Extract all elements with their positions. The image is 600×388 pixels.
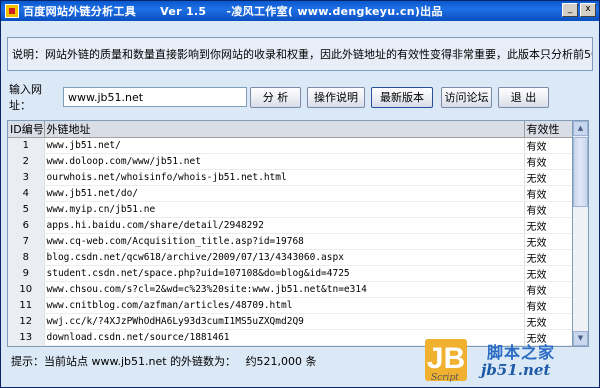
table-row[interactable]: 4 www.jb51.net/do/有效 bbox=[8, 185, 572, 202]
table-row[interactable]: 7 www.cq-web.com/Acquisition_title.asp?id… bbox=[8, 233, 572, 250]
validity-cell: 无效 bbox=[524, 313, 572, 330]
description-box: 说明：网站外链的质量和数量直接影响到你网站的收录和权重，因此外链地址的有效性变得… bbox=[7, 37, 593, 71]
watermark-cn-text: 脚本之家 bbox=[487, 343, 556, 362]
url-cell: www.cq-web.com/Acquisition_title.asp?id=… bbox=[44, 233, 525, 250]
table-row[interactable]: 6 apps.hi.baidu.com/share/detail/2948292 无… bbox=[8, 217, 572, 234]
table-row[interactable]: 3 ourwhois.net/whoisinfo/whois-jb51.net.h… bbox=[8, 169, 572, 186]
table-header-row: ID编号 外链地址 有效性 bbox=[8, 121, 572, 138]
id-cell: 14 bbox=[8, 345, 45, 346]
window-controls: _ x bbox=[562, 3, 596, 17]
validity-cell: 有效 bbox=[524, 201, 572, 218]
validity-cell: 有效 bbox=[524, 297, 572, 314]
url-cell: blog.csdn.net/qcw618/archive/2009/07/13/… bbox=[44, 249, 525, 266]
scroll-thumb[interactable] bbox=[573, 137, 588, 207]
minimize-button[interactable]: _ bbox=[562, 3, 578, 17]
url-cell: ourwhois.net/whoisinfo/whois-jb51.net.ht… bbox=[44, 169, 525, 186]
url-cell: www.cnitblog.com/azfman/articles/48709.h… bbox=[44, 297, 525, 314]
validity-cell: 无效 bbox=[524, 169, 572, 186]
id-cell: 8 bbox=[8, 249, 45, 266]
app-window: 百度网站外链分析工具 Ver 1.5 -凌风工作室( www.dengkeyu.… bbox=[0, 0, 600, 388]
results-grid[interactable]: ID编号 外链地址 有效性 1 www.jb51.net/有效 2 www.doloo… bbox=[7, 120, 573, 347]
url-input[interactable] bbox=[63, 87, 247, 107]
window-title: 百度网站外链分析工具 Ver 1.5 -凌风工作室( www.dengkeyu.… bbox=[23, 3, 443, 19]
description-text: 说明：网站外链的质量和数量直接影响到你网站的收录和权重，因此外链地址的有效性变得… bbox=[12, 48, 593, 61]
id-cell: 5 bbox=[8, 201, 45, 218]
validity-cell: 有效 bbox=[524, 281, 572, 298]
id-cell: 12 bbox=[8, 313, 45, 330]
table-row[interactable]: 11 www.cnitblog.com/azfman/articles/48709… bbox=[8, 297, 572, 314]
watermark: JB Script 脚本之家 jb51.net bbox=[421, 339, 597, 387]
latest-version-button[interactable]: 最新版本 bbox=[371, 87, 433, 108]
id-cell: 6 bbox=[8, 217, 45, 234]
column-header-url[interactable]: 外链地址 bbox=[44, 121, 525, 138]
url-cell: student.csdn.net/space.php?uid=107108&do… bbox=[44, 265, 525, 282]
status-middle: 的外链数为： bbox=[170, 355, 237, 368]
validity-cell: 有效 bbox=[524, 153, 572, 170]
status-prefix: 提示：当前站点 bbox=[11, 355, 88, 368]
status-site: www.jb51.net bbox=[91, 355, 167, 368]
url-cell: www.doloop.com/www/jb51.net bbox=[44, 153, 525, 170]
validity-cell: 有效 bbox=[524, 137, 572, 154]
validity-cell: 无效 bbox=[524, 217, 572, 234]
validity-cell: 无效 bbox=[524, 265, 572, 282]
id-cell: 1 bbox=[8, 137, 45, 154]
app-icon bbox=[5, 4, 19, 18]
id-cell: 2 bbox=[8, 153, 45, 170]
status-bar: 提示：当前站点 www.jb51.net 的外链数为： 约521,000 条 bbox=[11, 353, 317, 369]
table-row[interactable]: 12 wwj.cc/k/?4XJzPWhOdHA6Ly93d3cumI1MS5uZ… bbox=[8, 313, 572, 330]
table-row[interactable]: 1 www.jb51.net/有效 bbox=[8, 137, 572, 154]
validity-cell: 无效 bbox=[524, 233, 572, 250]
url-cell: www.chsou.com/s?cl=2&wd=c%23%20site:www.… bbox=[44, 281, 525, 298]
column-header-id[interactable]: ID编号 bbox=[8, 121, 45, 138]
table-row[interactable]: 9 student.csdn.net/space.php?uid=107108&d… bbox=[8, 265, 572, 282]
id-cell: 3 bbox=[8, 169, 45, 186]
title-bar[interactable]: 百度网站外链分析工具 Ver 1.5 -凌风工作室( www.dengkeyu.… bbox=[1, 1, 599, 21]
close-button[interactable]: x bbox=[580, 3, 596, 17]
url-cell: www.myip.cn/jb51.ne bbox=[44, 201, 525, 218]
visit-forum-button[interactable]: 访问论坛 bbox=[441, 87, 492, 108]
table-body: 1 www.jb51.net/有效 2 www.doloop.com/www/jb51… bbox=[8, 137, 572, 346]
table-row[interactable]: 10 www.chsou.com/s?cl=2&wd=c%23%20site:ww… bbox=[8, 281, 572, 298]
validity-cell: 无效 bbox=[524, 249, 572, 266]
watermark-domain-text: jb51.net bbox=[481, 361, 551, 379]
id-cell: 11 bbox=[8, 297, 45, 314]
url-row: 输入网址： bbox=[9, 83, 247, 112]
validity-cell: 有效 bbox=[524, 185, 572, 202]
watermark-logo-text: JB bbox=[426, 342, 466, 375]
scroll-up-arrow-icon[interactable]: ▲ bbox=[573, 121, 588, 136]
title-version: Ver 1.5 bbox=[160, 5, 207, 18]
id-cell: 7 bbox=[8, 233, 45, 250]
results-table: ID编号 外链地址 有效性 1 www.jb51.net/有效 2 www.doloo… bbox=[8, 121, 572, 346]
url-label: 输入网址： bbox=[9, 83, 42, 112]
vertical-scrollbar[interactable]: ▲ ▼ bbox=[573, 120, 589, 347]
id-cell: 9 bbox=[8, 265, 45, 282]
id-cell: 4 bbox=[8, 185, 45, 202]
title-studio: -凌风工作室( www.dengkeyu.cn)出品 bbox=[226, 5, 443, 18]
exit-button[interactable]: 退 出 bbox=[498, 87, 549, 108]
column-header-validity[interactable]: 有效性 bbox=[524, 121, 572, 138]
table-row[interactable]: 2 www.doloop.com/www/jb51.net 有效 bbox=[8, 153, 572, 170]
url-cell: www.jb51.net/do/ bbox=[44, 185, 525, 202]
table-row[interactable]: 5 www.myip.cn/jb51.ne 有效 bbox=[8, 201, 572, 218]
table-row[interactable]: 8 blog.csdn.net/qcw618/archive/2009/07/13… bbox=[8, 249, 572, 266]
help-button[interactable]: 操作说明 bbox=[307, 87, 365, 108]
analyze-button[interactable]: 分 析 bbox=[250, 87, 301, 108]
id-cell: 10 bbox=[8, 281, 45, 298]
url-cell: wwj.cc/k/?4XJzPWhOdHA6Ly93d3cumI1MS5uZXQ… bbox=[44, 313, 525, 330]
title-name: 百度网站外链分析工具 bbox=[23, 5, 136, 18]
id-cell: 13 bbox=[8, 329, 45, 346]
url-cell: www.jb51.net/ bbox=[44, 137, 525, 154]
status-link-count: 约521,000 条 bbox=[245, 355, 317, 368]
url-cell: apps.hi.baidu.com/share/detail/2948292 bbox=[44, 217, 525, 234]
watermark-script-text: Script bbox=[431, 373, 459, 383]
